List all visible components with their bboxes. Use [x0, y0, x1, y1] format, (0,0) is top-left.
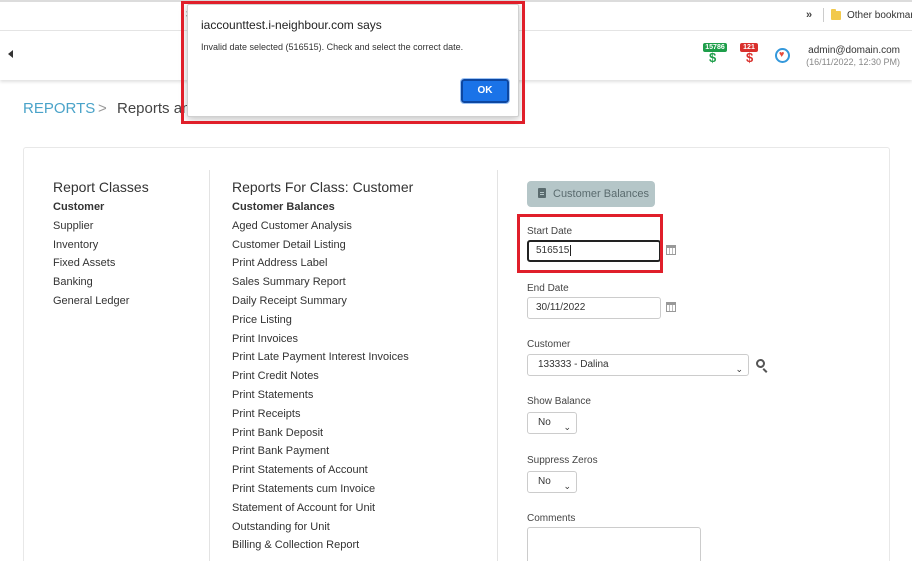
report-item[interactable]: Statement of Account for Unit: [232, 499, 409, 518]
reports-list: Customer Balances Aged Customer Analysis C…: [232, 198, 409, 555]
dialog-highlight: [181, 1, 525, 124]
suppress-zeros-value: No: [538, 476, 551, 487]
comments-textarea[interactable]: [527, 527, 701, 561]
end-date-input[interactable]: 30/11/2022: [527, 297, 661, 319]
search-icon[interactable]: [756, 359, 765, 368]
report-class-item[interactable]: Banking: [53, 273, 129, 292]
column-divider: [497, 170, 498, 561]
report-classes-list: Customer Supplier Inventory Fixed Assets Ban…: [53, 198, 129, 311]
report-item[interactable]: Billing & Collection Report: [232, 536, 409, 555]
reports-for-class-title: Reports For Class: Customer: [232, 179, 414, 195]
show-balance-label: Show Balance: [527, 396, 591, 407]
receivables-badge[interactable]: 15786 $: [703, 43, 729, 65]
report-item[interactable]: Print Statements cum Invoice: [232, 480, 409, 499]
report-item[interactable]: Print Bank Payment: [232, 442, 409, 461]
support-heart-icon[interactable]: [775, 48, 790, 63]
customer-select[interactable]: 133333 - Dalina ⌄: [527, 354, 749, 376]
customer-balances-button[interactable]: Customer Balances: [527, 181, 655, 207]
start-date-highlight: [517, 214, 663, 273]
report-item[interactable]: Price Listing: [232, 311, 409, 330]
breadcrumb-separator: >: [98, 100, 107, 117]
report-item[interactable]: Print Credit Notes: [232, 367, 409, 386]
reports-card: [23, 147, 890, 561]
report-class-item[interactable]: Inventory: [53, 236, 129, 255]
report-item[interactable]: Aged Customer Analysis: [232, 217, 409, 236]
report-item[interactable]: Customer Detail Listing: [232, 236, 409, 255]
column-divider: [209, 170, 210, 561]
end-date-label: End Date: [527, 283, 569, 294]
report-item[interactable]: Customer Balances: [232, 198, 409, 217]
report-item[interactable]: Daily Receipt Summary: [232, 292, 409, 311]
report-item[interactable]: Print Late Payment Interest Invoices: [232, 348, 409, 367]
report-item[interactable]: Print Invoices: [232, 330, 409, 349]
customer-label: Customer: [527, 339, 571, 350]
report-item[interactable]: Print Statements: [232, 386, 409, 405]
chevron-down-icon: ⌄: [563, 422, 571, 432]
chevron-down-icon: ⌄: [735, 364, 743, 374]
show-balance-value: No: [538, 417, 551, 428]
report-class-item[interactable]: Customer: [53, 198, 129, 217]
report-item[interactable]: Print Receipts: [232, 405, 409, 424]
customer-select-value: 133333 - Dalina: [538, 359, 609, 370]
user-login-time: (16/11/2022, 12:30 PM): [806, 57, 900, 67]
suppress-zeros-select[interactable]: No ⌄: [527, 471, 577, 493]
payables-badge[interactable]: 121 $: [740, 43, 766, 65]
breadcrumb-reports-link[interactable]: REPORTS: [23, 100, 95, 117]
suppress-zeros-label: Suppress Zeros: [527, 455, 598, 466]
show-balance-select[interactable]: No ⌄: [527, 412, 577, 434]
report-item[interactable]: Sales Summary Report: [232, 273, 409, 292]
report-item[interactable]: Print Address Label: [232, 254, 409, 273]
bookmark-folder-label[interactable]: Other bookmark: [847, 10, 912, 21]
caret-left-icon[interactable]: [8, 50, 13, 58]
end-date-value: 30/11/2022: [536, 302, 586, 313]
end-date-calendar-icon[interactable]: [666, 302, 676, 312]
bookmarks-separator: [823, 8, 824, 22]
dollar-out-icon: $: [746, 50, 754, 65]
comments-label: Comments: [527, 513, 576, 524]
dollar-in-icon: $: [709, 50, 717, 65]
start-date-calendar-icon[interactable]: [666, 245, 676, 255]
bookmarks-overflow-chevron[interactable]: »: [806, 9, 812, 21]
report-item[interactable]: Print Bank Deposit: [232, 424, 409, 443]
report-item[interactable]: Print Statements of Account: [232, 461, 409, 480]
chevron-down-icon: ⌄: [563, 481, 571, 491]
user-email[interactable]: admin@domain.com: [808, 45, 900, 56]
report-class-item[interactable]: Supplier: [53, 217, 129, 236]
report-classes-title: Report Classes: [53, 179, 149, 195]
report-class-item[interactable]: Fixed Assets: [53, 254, 129, 273]
report-class-item[interactable]: General Ledger: [53, 292, 129, 311]
report-item[interactable]: Outstanding for Unit: [232, 518, 409, 537]
document-icon: [538, 188, 546, 198]
folder-icon[interactable]: [831, 9, 841, 20]
customer-balances-button-label: Customer Balances: [553, 188, 649, 200]
